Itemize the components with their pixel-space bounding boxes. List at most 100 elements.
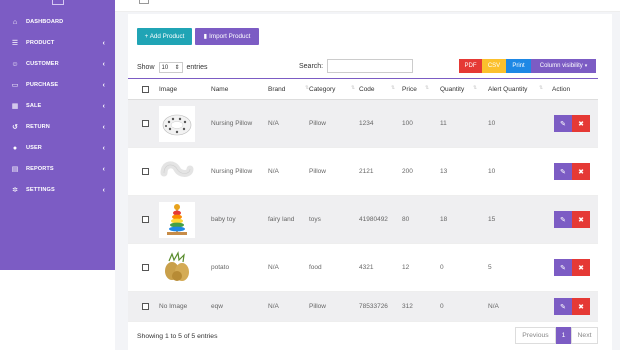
page-1-button[interactable]: 1 — [556, 327, 571, 344]
sidebar-item-label: DASHBOARD — [26, 19, 64, 25]
sort-icon: ⇅ — [539, 85, 544, 91]
cell-alert-quantity: 15 — [488, 216, 496, 223]
search-input[interactable] — [327, 59, 413, 73]
cell-price: 80 — [402, 216, 410, 223]
sidebar-item-user[interactable]: ● USER ‹ — [0, 139, 115, 157]
column-header-price[interactable]: Price — [402, 79, 417, 100]
sidebar-item-sale[interactable]: ▦ SALE ‹ — [0, 97, 115, 115]
entries-value: 10 — [161, 64, 169, 71]
delete-button[interactable]: ✖ — [572, 211, 590, 228]
entries-select[interactable]: 10 ⇕ — [158, 62, 183, 73]
row-checkbox[interactable] — [142, 168, 149, 175]
menu-toggle-button[interactable] — [139, 0, 149, 4]
select-all-checkbox[interactable] — [142, 86, 149, 93]
column-header-brand[interactable]: Brand — [268, 79, 285, 100]
cell-code: 2121 — [359, 168, 374, 175]
store-icon: ▦ — [11, 103, 19, 110]
print-button[interactable]: Print — [506, 59, 531, 73]
edit-button[interactable]: ✎ — [554, 115, 572, 132]
chevron-left-icon: ‹ — [102, 81, 105, 89]
edit-icon: ✎ — [560, 168, 566, 176]
edit-button[interactable]: ✎ — [554, 211, 572, 228]
cell-category: Pillow — [309, 303, 326, 310]
sidebar-item-reports[interactable]: ▤ REPORTS ‹ — [0, 160, 115, 178]
sort-icon: ⇅ — [473, 85, 478, 91]
row-checkbox[interactable] — [142, 216, 149, 223]
product-image — [159, 106, 195, 142]
person-icon: ● — [12, 144, 18, 152]
user-icon: ☺ — [11, 60, 19, 68]
add-product-button[interactable]: + Add Product — [137, 28, 192, 45]
column-header-action: Action — [552, 86, 571, 93]
sidebar-item-label: USER — [26, 145, 42, 151]
column-header-code[interactable]: Code — [359, 79, 375, 100]
column-visibility-button[interactable]: Column visibility ▾ — [531, 59, 596, 73]
cell-code: 78533726 — [359, 303, 388, 310]
column-header-image[interactable]: Image — [159, 79, 177, 100]
sidebar-logo — [0, 0, 115, 10]
sidebar-item-label: RETURN — [26, 124, 50, 130]
cell-price: 100 — [402, 120, 413, 127]
cell-category: Pillow — [309, 168, 326, 175]
edit-button[interactable]: ✎ — [554, 259, 572, 276]
column-header-name[interactable]: Name — [211, 79, 228, 100]
product-image — [159, 250, 195, 286]
column-header-category[interactable]: Category — [309, 79, 335, 100]
export-csv-button[interactable]: CSV — [482, 59, 506, 73]
delete-button[interactable]: ✖ — [572, 163, 590, 180]
chevron-left-icon: ‹ — [102, 186, 105, 194]
next-page-button[interactable]: Next — [571, 327, 598, 344]
edit-button[interactable]: ✎ — [554, 298, 572, 315]
sidebar-item-customer[interactable]: ☺ CUSTOMER ‹ — [0, 55, 115, 73]
cell-alert-quantity: N/A — [488, 303, 499, 310]
sidebar-item-product[interactable]: ☰ PRODUCT ‹ — [0, 34, 115, 52]
export-pdf-button[interactable]: PDF — [459, 59, 482, 73]
column-header-alert-quantity[interactable]: Alert Quantity — [488, 79, 527, 100]
sidebar-item-label: REPORTS — [26, 166, 54, 172]
show-label: Show — [137, 64, 155, 71]
sidebar-item-settings[interactable]: ✲ SETTINGS ‹ — [0, 181, 115, 199]
sidebar-item-purchase[interactable]: ▭ PURCHASE ‹ — [0, 76, 115, 94]
gear-icon: ✲ — [12, 187, 18, 194]
delete-button[interactable]: ✖ — [572, 259, 590, 276]
cell-name: Nursing Pillow — [211, 168, 253, 175]
cell-quantity: 0 — [440, 303, 444, 310]
column-header-quantity[interactable]: Quantity — [440, 79, 464, 100]
row-checkbox[interactable] — [142, 120, 149, 127]
cell-alert-quantity: 5 — [488, 264, 492, 271]
cell-alert-quantity: 10 — [488, 120, 496, 127]
sidebar-item-dashboard[interactable]: ⌂ DASHBOARD — [0, 13, 115, 31]
cell-name: baby toy — [211, 216, 236, 223]
chevron-left-icon: ‹ — [102, 144, 105, 152]
edit-icon: ✎ — [560, 120, 566, 128]
cell-brand: N/A — [268, 303, 279, 310]
chevron-left-icon: ‹ — [102, 165, 105, 173]
cell-category: toys — [309, 216, 321, 223]
import-product-label: Import Product — [209, 33, 251, 40]
cell-price: 312 — [402, 303, 413, 310]
chevron-left-icon: ‹ — [102, 102, 105, 110]
cell-code: 1234 — [359, 120, 374, 127]
sidebar-item-label: SALE — [26, 103, 42, 109]
row-checkbox[interactable] — [142, 264, 149, 271]
cell-quantity: 11 — [440, 120, 447, 127]
cell-price: 200 — [402, 168, 413, 175]
column-visibility-label: Column visibility — [539, 63, 583, 69]
edit-button[interactable]: ✎ — [554, 163, 572, 180]
cell-code: 4321 — [359, 264, 374, 271]
delete-button[interactable]: ✖ — [572, 298, 590, 315]
delete-button[interactable]: ✖ — [572, 115, 590, 132]
sort-icon: ⇅ — [351, 85, 356, 91]
sidebar: ⌂ DASHBOARD ☰ PRODUCT ‹ ☺ CUSTOMER ‹ ▭ P… — [0, 0, 115, 270]
row-checkbox[interactable] — [142, 303, 149, 310]
sort-icon: ⇅ — [425, 85, 430, 91]
file-icon: ▮ — [203, 33, 208, 40]
sidebar-item-return[interactable]: ↺ RETURN ‹ — [0, 118, 115, 136]
cell-price: 12 — [402, 264, 410, 271]
cell-brand: N/A — [268, 168, 279, 175]
import-product-button[interactable]: ▮ Import Product — [195, 28, 259, 45]
cell-brand: N/A — [268, 264, 279, 271]
close-icon: ✖ — [578, 264, 584, 272]
cell-name: eqw — [211, 303, 223, 310]
previous-page-button[interactable]: Previous — [515, 327, 556, 344]
